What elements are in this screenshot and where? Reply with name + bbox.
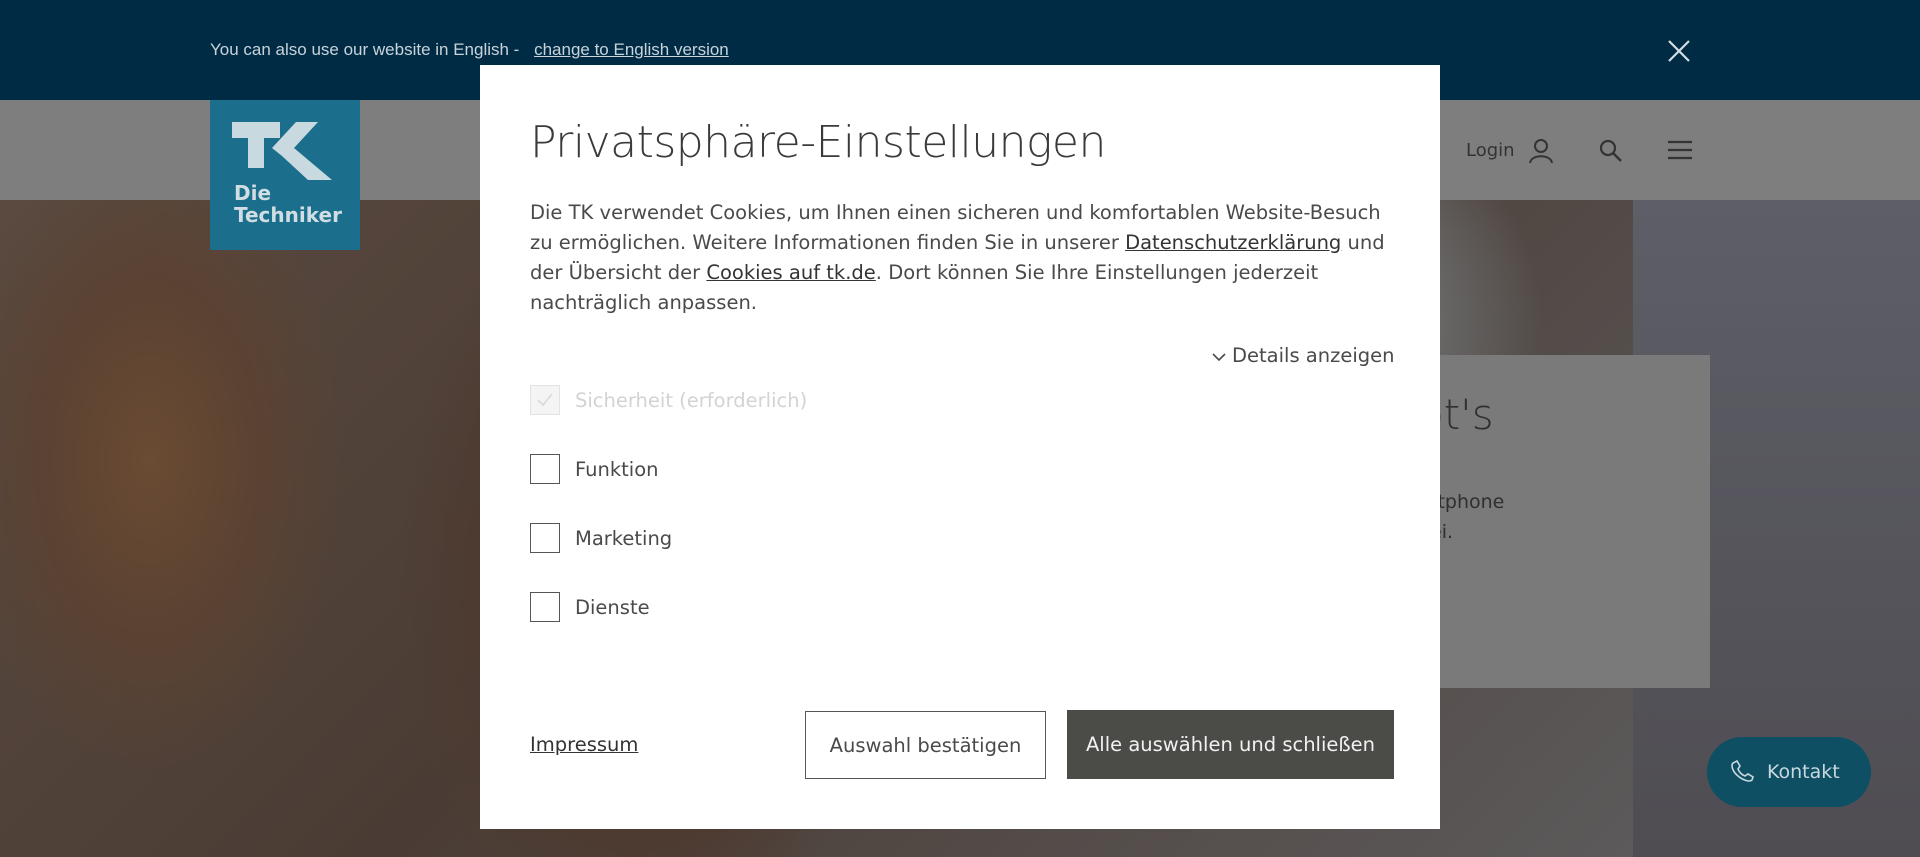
marketing-label[interactable]: Marketing (575, 527, 672, 550)
close-icon[interactable] (1666, 38, 1692, 64)
security-label: Sicherheit (erforderlich) (575, 388, 808, 412)
privacy-settings-dialog: Privatsphäre-Einstellungen Die TK verwen… (480, 65, 1440, 829)
confirm-selection-button[interactable]: Auswahl bestätigen (805, 711, 1046, 779)
chevron-down-icon (1212, 352, 1226, 361)
menu-icon[interactable] (1667, 139, 1693, 165)
checkbox-row-marketing: Marketing (530, 523, 672, 553)
services-label[interactable]: Dienste (575, 596, 650, 619)
show-details-toggle[interactable]: Details anzeigen (1212, 344, 1395, 367)
dialog-title: Privatsphäre-Einstellungen (530, 117, 1106, 168)
checkbox-row-security: Sicherheit (erforderlich) (530, 385, 807, 415)
kontakt-button[interactable]: Kontakt (1707, 737, 1871, 807)
accept-all-button[interactable]: Alle auswählen und schließen (1067, 710, 1394, 779)
login-link[interactable]: Login (1466, 140, 1515, 161)
english-version-link[interactable]: change to English version (534, 40, 729, 59)
user-icon[interactable] (1528, 138, 1554, 168)
tk-logo[interactable]: Die Techniker (210, 100, 360, 250)
function-label[interactable]: Funktion (575, 458, 659, 481)
marketing-checkbox[interactable] (530, 523, 560, 553)
checkbox-row-function: Funktion (530, 454, 659, 484)
cookies-link[interactable]: Cookies auf tk.de (706, 261, 875, 284)
search-icon[interactable] (1598, 138, 1624, 168)
logo-line-2: Techniker (234, 203, 342, 227)
security-checkbox (530, 385, 560, 415)
logo-line-1: Die (234, 181, 272, 205)
tk-logo-mark-icon (232, 122, 332, 180)
dialog-description: Die TK verwendet Cookies, um Ihnen einen… (530, 201, 1385, 314)
language-banner-text: You can also use our website in English … (210, 40, 729, 59)
checkbox-row-services: Dienste (530, 592, 650, 622)
function-checkbox[interactable] (530, 454, 560, 484)
services-checkbox[interactable] (530, 592, 560, 622)
privacy-policy-link[interactable]: Datenschutzerklärung (1125, 231, 1341, 254)
phone-icon (1731, 760, 1754, 782)
checkmark-icon (537, 393, 553, 407)
impressum-link[interactable]: Impressum (530, 733, 638, 756)
